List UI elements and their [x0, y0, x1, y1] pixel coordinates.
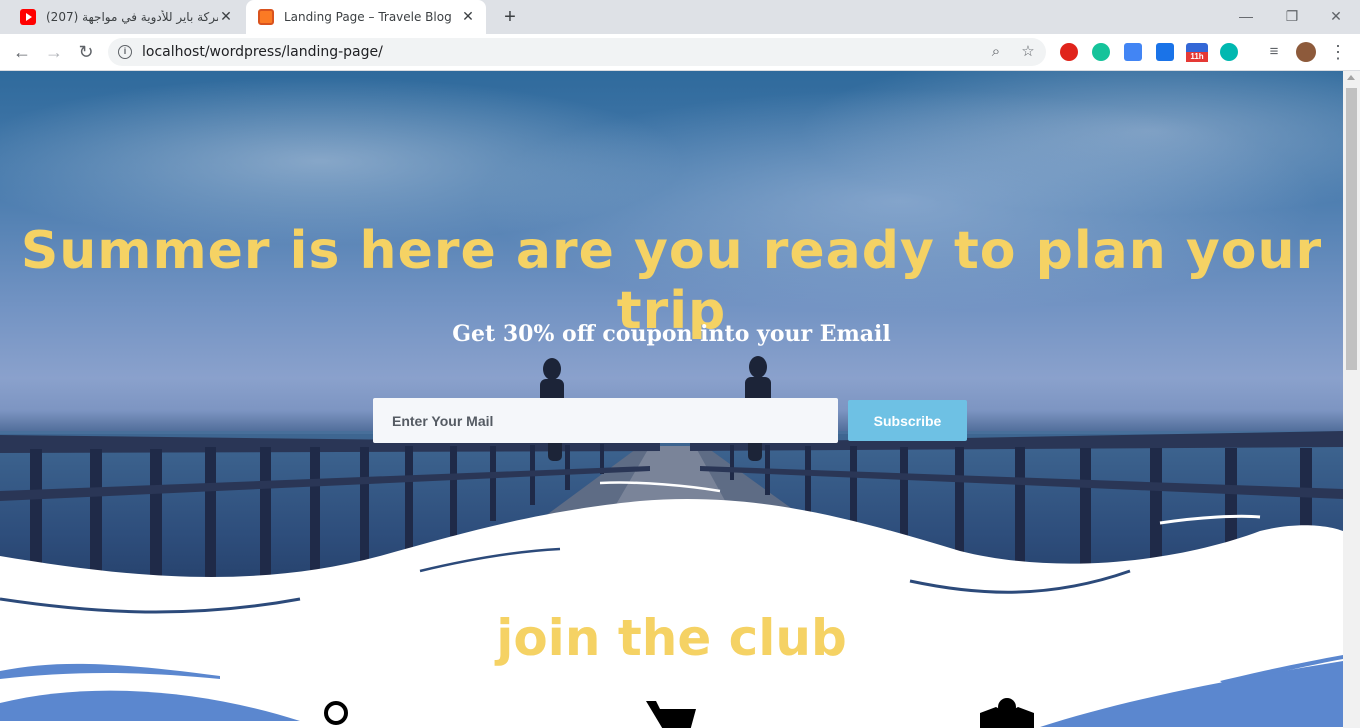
close-icon[interactable]: ✕	[460, 9, 476, 25]
m-extension-icon[interactable]	[1220, 43, 1238, 61]
minimize-button[interactable]: —	[1236, 6, 1256, 26]
zoom-icon[interactable]: ⌕	[986, 42, 1006, 62]
close-icon[interactable]: ✕	[218, 9, 234, 25]
email-input[interactable]	[373, 398, 838, 443]
url-text: localhost/wordpress/landing-page/	[142, 44, 383, 60]
browser-tab-bar: (207) شركة باير للأدوية في مواجهة ✕ Land…	[0, 0, 1360, 34]
xampp-icon	[258, 9, 274, 25]
media-control-icon[interactable]: ≡	[1262, 40, 1286, 64]
translate-extension-icon[interactable]	[1124, 43, 1142, 61]
browser-toolbar: ← → ↻ i localhost/wordpress/landing-page…	[0, 34, 1360, 71]
reload-button[interactable]: ↻	[74, 40, 98, 64]
scroll-up-arrow-icon[interactable]	[1347, 75, 1355, 80]
page-scrollbar[interactable]	[1343, 71, 1360, 728]
tab-title: (207) شركة باير للأدوية في مواجهة	[46, 10, 218, 24]
subscribe-button[interactable]: Subscribe	[848, 400, 967, 441]
close-window-button[interactable]: ✕	[1326, 6, 1346, 26]
calendar-extension-icon[interactable]: 11h	[1186, 43, 1208, 62]
bookmark-star-icon[interactable]: ☆	[1018, 42, 1038, 62]
adblock-extension-icon[interactable]	[1060, 43, 1078, 61]
menu-icon[interactable]: ⋮	[1326, 40, 1350, 64]
tab-title: Landing Page – Travele Blog	[284, 10, 452, 24]
profile-avatar[interactable]	[1296, 42, 1316, 62]
extension-badge: 11h	[1186, 52, 1208, 62]
tab-youtube[interactable]: (207) شركة باير للأدوية في مواجهة ✕	[8, 0, 244, 34]
page-viewport: Summer is here are you ready to plan you…	[0, 71, 1343, 728]
map-icon	[980, 698, 1034, 728]
scroll-thumb[interactable]	[1346, 88, 1357, 370]
back-button[interactable]: ←	[10, 40, 34, 64]
grammarly-extension-icon[interactable]	[1092, 43, 1110, 61]
cart-icon	[646, 701, 696, 728]
tab-landing-page[interactable]: Landing Page – Travele Blog ✕	[246, 0, 486, 34]
location-pin-icon	[324, 701, 348, 725]
restore-button[interactable]: ❐	[1282, 6, 1302, 26]
info-icon[interactable]: i	[118, 45, 132, 59]
hero-subheadline: Get 30% off coupon into your Email	[452, 321, 891, 347]
youtube-icon	[20, 9, 36, 25]
forward-button[interactable]: →	[42, 40, 66, 64]
address-bar[interactable]: i localhost/wordpress/landing-page/ ⌕ ☆	[108, 38, 1046, 66]
club-title: join the club	[496, 609, 847, 667]
new-tab-button[interactable]: +	[498, 5, 522, 29]
download-extension-icon[interactable]	[1156, 43, 1174, 61]
